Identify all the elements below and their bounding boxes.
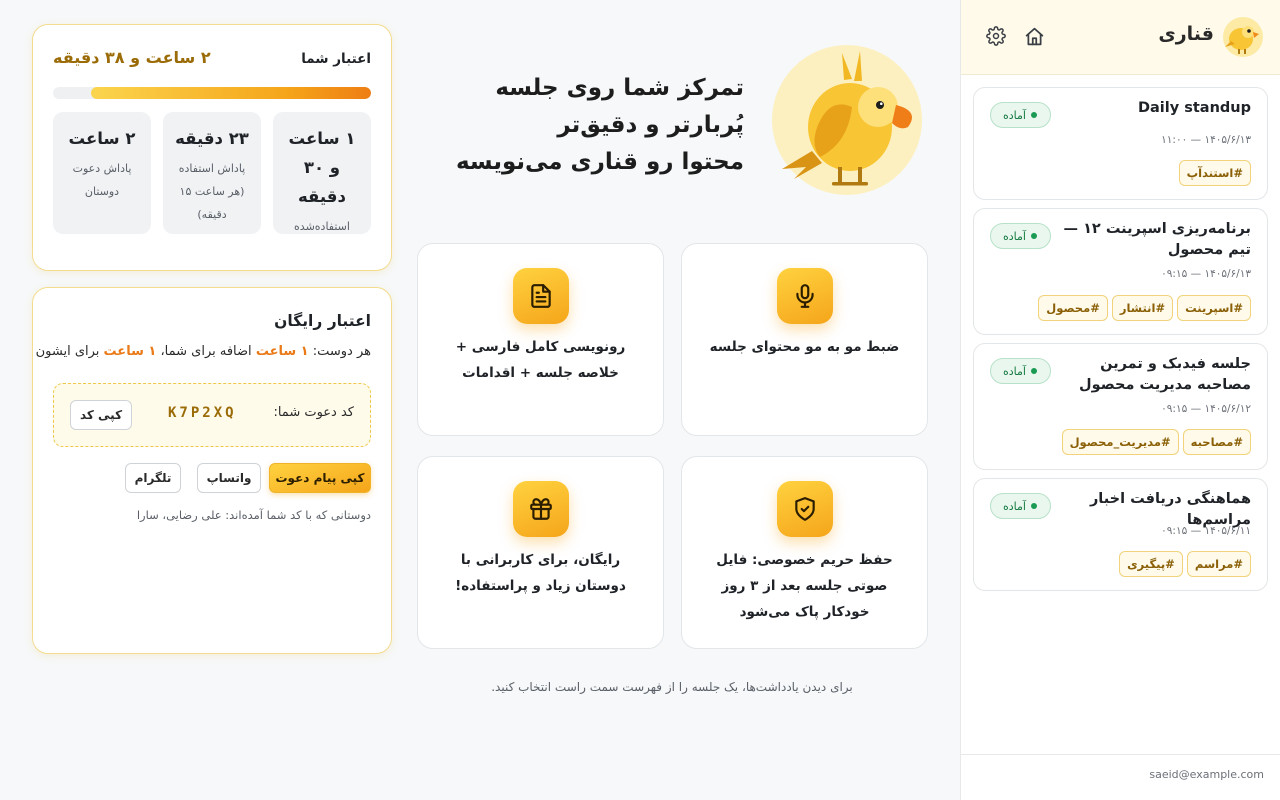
- home-icon: [1025, 27, 1043, 45]
- invite-code-box: کد دعوت شما: K7P2XQ کپی کد: [53, 383, 371, 447]
- tag[interactable]: #انتشار: [1111, 295, 1174, 321]
- empty-state-hint: برای دیدن یادداشت‌ها، یک جلسه را از فهرس…: [491, 680, 853, 694]
- session-date: ۱۴۰۵/۶/۱۳ — ۰۹:۱۵: [1161, 268, 1251, 280]
- status-badge: آماده: [990, 102, 1051, 128]
- desc-prefix: هر دوست:: [312, 344, 371, 359]
- session-title: جلسه فیدبک و تمرین مصاحبه مدیریت محصول: [1079, 356, 1251, 393]
- stat-label: پاداش استفاده (هر ساعت ۱۵ دقیقه): [178, 162, 246, 221]
- hero-headline: تمرکز شما روی جلسه پُربارتر و دقیق‌تر مح…: [420, 70, 744, 181]
- free-credit-title: اعتبار رایگان: [274, 312, 371, 330]
- copy-invite-message-button[interactable]: کپی پیام دعوت: [269, 463, 371, 493]
- microphone-icon: [796, 284, 814, 308]
- brand-name: قناری: [1158, 23, 1214, 45]
- status-text: آماده: [1003, 364, 1026, 378]
- ready-dot-icon: [1030, 503, 1037, 509]
- session-tags: #استندآپ: [1178, 160, 1251, 186]
- feature-text: رونویسی کامل فارسی + خلاصه جلسه + اقداما…: [455, 339, 626, 381]
- status-text: آماده: [1003, 229, 1026, 243]
- gear-icon: [986, 26, 1006, 46]
- feature-icon-tile: [777, 268, 833, 324]
- session-title: برنامه‌ریزی اسپرینت ۱۲ — تیم محصول: [1063, 221, 1251, 258]
- ready-dot-icon: [1030, 112, 1037, 118]
- invite-code: K7P2XQ: [168, 405, 237, 421]
- feature-icon-tile: [513, 481, 569, 537]
- session-tags: #اسپرینت #انتشار #محصول: [1038, 295, 1251, 321]
- sidebar: قناری Daily standup آماده ۱۴۰۵/۶/۱۳ — ۱۱…: [960, 0, 1280, 800]
- copy-code-button[interactable]: کپی کد: [70, 400, 132, 430]
- stat-used: ۱ ساعت و ۳۰ دقیقه استفاده‌شده: [273, 112, 371, 234]
- status-badge: آماده: [990, 223, 1051, 249]
- tag[interactable]: #استندآپ: [1178, 160, 1251, 186]
- whatsapp-share-button[interactable]: واتساپ: [197, 463, 261, 493]
- feature-card: رونویسی کامل فارسی + خلاصه جلسه + اقداما…: [417, 243, 664, 436]
- user-email: saeid@example.com: [1149, 768, 1264, 781]
- stat-value: ۲ ساعت: [68, 129, 136, 148]
- sidebar-footer: saeid@example.com: [961, 754, 1280, 800]
- stat-value: ۱ ساعت و ۳۰ دقیقه: [288, 129, 356, 206]
- hero-line-2: محتوا رو قناری می‌نویسه: [455, 149, 744, 175]
- home-button[interactable]: [1022, 24, 1046, 48]
- stat-label: پاداش دعوت دوستان: [72, 162, 132, 198]
- tag[interactable]: #اسپرینت: [1177, 295, 1251, 321]
- feature-card: ضبط مو به مو محتوای جلسه: [681, 243, 928, 436]
- document-icon: [531, 284, 551, 308]
- settings-button[interactable]: [984, 24, 1008, 48]
- credit-total: ۲ ساعت و ۳۸ دقیقه: [53, 48, 211, 67]
- session-card[interactable]: هماهنگی دریافت اخبار مراسم‌ها آماده ۱۴۰۵…: [973, 478, 1268, 591]
- telegram-share-button[interactable]: تلگرام: [125, 463, 181, 493]
- tag[interactable]: #محصول: [1038, 295, 1108, 321]
- tag[interactable]: #مصاحبه: [1182, 429, 1251, 455]
- feature-icon-tile: [513, 268, 569, 324]
- feature-card: رایگان، برای کاربرانی با دوستان زیاد و پ…: [417, 456, 664, 649]
- session-tags: #مصاحبه #مدیریت_محصول: [1061, 429, 1251, 455]
- ready-dot-icon: [1030, 233, 1037, 239]
- canary-illustration: [772, 45, 922, 195]
- status-text: آماده: [1003, 499, 1026, 513]
- feature-card: حفظ حریم خصوصی: فایل صوتی جلسه بعد از ۳ …: [681, 456, 928, 649]
- stat-usage-bonus: ۲۳ دقیقه پاداش استفاده (هر ساعت ۱۵ دقیقه…: [163, 112, 261, 234]
- desc-amount: ۱ ساعت: [255, 344, 309, 359]
- session-date: ۱۴۰۵/۶/۱۱ — ۰۹:۱۵: [1161, 525, 1251, 537]
- sidebar-header: قناری: [961, 0, 1280, 75]
- gift-icon: [530, 498, 552, 520]
- status-badge: آماده: [990, 358, 1051, 384]
- stat-label: استفاده‌شده: [294, 220, 350, 233]
- free-credit-card: اعتبار رایگان هر دوست: ۱ ساعت اضافه برای…: [32, 287, 392, 654]
- credit-card: اعتبار شما ۲ ساعت و ۳۸ دقیقه ۱ ساعت و ۳۰…: [32, 24, 392, 271]
- feature-text: ضبط مو به مو محتوای جلسه: [709, 339, 900, 355]
- desc-suffix: برای ایشون: [35, 344, 100, 359]
- invited-friends: دوستانی که با کد شما آمده‌اند: علی رضایی…: [136, 508, 371, 522]
- shield-check-icon: [795, 497, 815, 521]
- credit-progress-fill: [91, 87, 371, 99]
- session-card[interactable]: Daily standup آماده ۱۴۰۵/۶/۱۳ — ۱۱:۰۰ #ا…: [973, 87, 1268, 200]
- stat-value: ۲۳ دقیقه: [175, 129, 249, 148]
- status-text: آماده: [1003, 108, 1026, 122]
- feature-icon-tile: [777, 481, 833, 537]
- feature-text: حفظ حریم خصوصی: فایل صوتی جلسه بعد از ۳ …: [716, 552, 893, 620]
- desc-amount: ۱ ساعت: [103, 344, 157, 359]
- status-badge: آماده: [990, 493, 1051, 519]
- session-card[interactable]: جلسه فیدبک و تمرین مصاحبه مدیریت محصول آ…: [973, 343, 1268, 470]
- credit-label: اعتبار شما: [301, 51, 371, 67]
- session-title: Daily standup: [1137, 100, 1251, 116]
- stat-invite-bonus: ۲ ساعت پاداش دعوت دوستان: [53, 112, 151, 234]
- hero-line-1: تمرکز شما روی جلسه پُربارتر و دقیق‌تر: [495, 75, 744, 138]
- credit-progress-track: [53, 87, 371, 99]
- tag[interactable]: #پیگیری: [1119, 551, 1183, 577]
- desc-mid: اضافه برای شما،: [160, 344, 252, 359]
- canary-logo: [1223, 17, 1263, 57]
- tag[interactable]: #مدیریت_محصول: [1061, 429, 1179, 455]
- session-date: ۱۴۰۵/۶/۱۳ — ۱۱:۰۰: [1161, 134, 1251, 146]
- feature-text: رایگان، برای کاربرانی با دوستان زیاد و پ…: [455, 552, 626, 594]
- free-credit-description: هر دوست: ۱ ساعت اضافه برای شما، ۱ ساعت ب…: [36, 344, 371, 359]
- tag[interactable]: #مراسم: [1186, 551, 1251, 577]
- session-date: ۱۴۰۵/۶/۱۲ — ۰۹:۱۵: [1161, 403, 1251, 415]
- invite-label: کد دعوت شما:: [273, 405, 354, 420]
- session-card[interactable]: برنامه‌ریزی اسپرینت ۱۲ — تیم محصول آماده…: [973, 208, 1268, 335]
- ready-dot-icon: [1030, 368, 1037, 374]
- session-tags: #مراسم #پیگیری: [1119, 551, 1251, 577]
